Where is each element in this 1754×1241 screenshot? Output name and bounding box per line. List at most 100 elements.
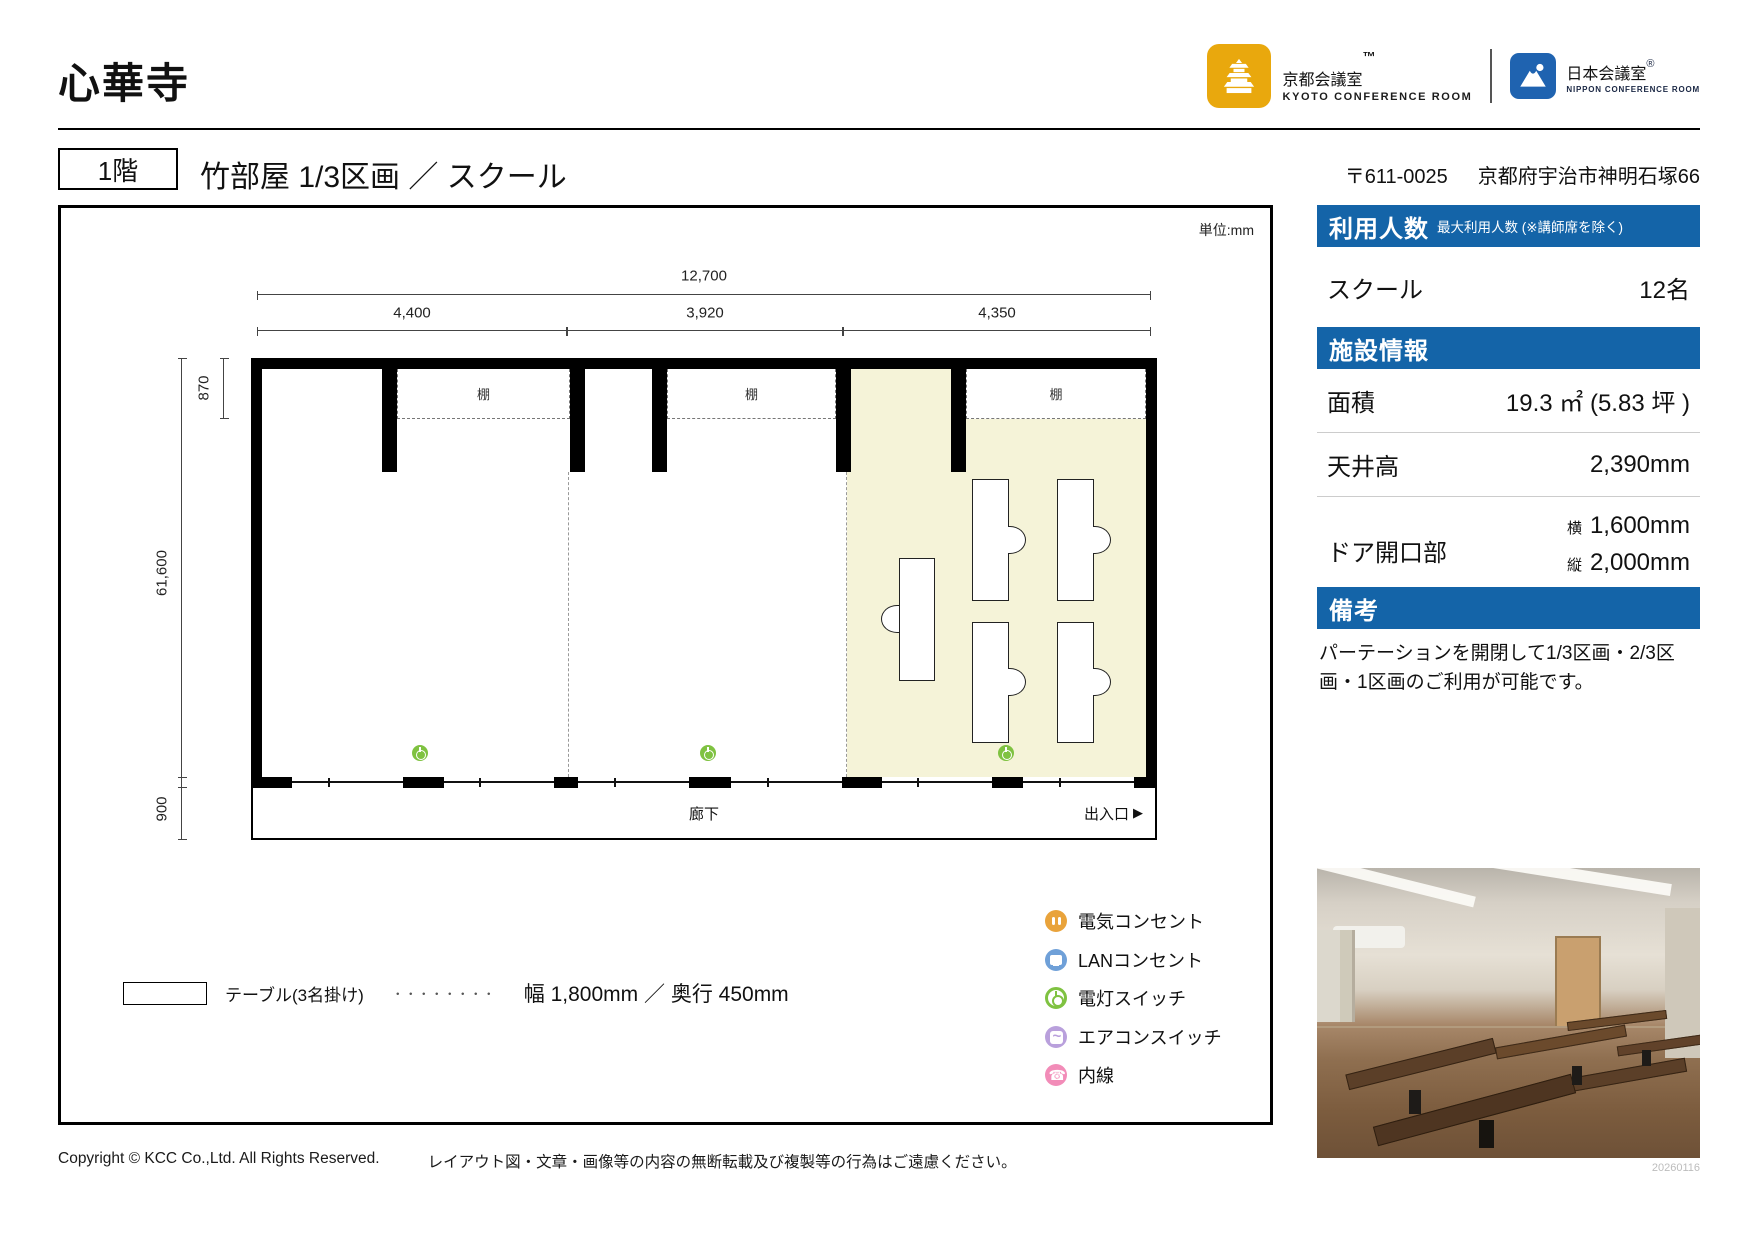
photo-table bbox=[1345, 1037, 1497, 1091]
teacher-table bbox=[899, 558, 935, 681]
kyoto-logo: 京都会議室™ KYOTO CONFERENCE ROOM bbox=[1206, 44, 1473, 108]
nippon-fuji-icon bbox=[1510, 53, 1557, 99]
remarks-header: 備考 bbox=[1317, 587, 1700, 629]
table bbox=[1057, 622, 1094, 743]
remarks-header-title: 備考 bbox=[1329, 597, 1379, 625]
brand-logos: 京都会議室™ KYOTO CONFERENCE ROOM 日本会議室® NIPP… bbox=[1206, 44, 1700, 108]
facility-sheet: 心華寺 京都会議室™ KYOTO CONFERENCE ROOM 日本会議室® … bbox=[0, 0, 1754, 1241]
room-title: 竹部屋 1/3区画 ／ スクール bbox=[200, 161, 567, 194]
kyoto-pavilion-icon bbox=[1206, 44, 1271, 108]
photo-chair bbox=[1642, 1050, 1651, 1066]
photo-chair bbox=[1479, 1120, 1494, 1148]
area-row: 面積 19.3 ㎡ (5.83 坪 ) bbox=[1317, 369, 1700, 433]
legend-label: 電灯スイッチ bbox=[1078, 989, 1186, 1009]
capacity-header-title: 利用人数 bbox=[1329, 215, 1429, 243]
table-size: 幅 1,800mm ／ 奥行 450mm bbox=[523, 983, 789, 1006]
dim-line-height bbox=[177, 358, 187, 788]
table bbox=[972, 479, 1009, 601]
header-rule bbox=[58, 128, 1700, 130]
dim-line-seg1 bbox=[257, 326, 567, 336]
door-opening bbox=[1023, 777, 1134, 788]
lan-icon bbox=[1045, 949, 1067, 971]
light-switch-icon bbox=[998, 745, 1014, 761]
dim-line-seg3 bbox=[843, 326, 1151, 336]
outlet-icon bbox=[1045, 910, 1067, 932]
legend-item-outlet: 電気コンセント bbox=[1045, 908, 1204, 934]
corridor-label: 廊下 bbox=[688, 805, 719, 823]
area-value: 19.3 ㎡ (5.83 坪 ) bbox=[1505, 390, 1690, 417]
table-legend-label: テーブル(3名掛け) bbox=[225, 985, 364, 1005]
door-opening bbox=[578, 777, 689, 788]
address-text: 京都府宇治市神明石塚66 bbox=[1477, 166, 1700, 188]
ceiling-row: 天井高 2,390mm bbox=[1317, 433, 1700, 497]
room-photo bbox=[1317, 868, 1700, 1158]
light-switch-icon bbox=[700, 745, 716, 761]
table bbox=[972, 622, 1009, 743]
remarks-text: パーテーションを開閉して1/3区画・2/3区画・1区画のご利用が可能です。 bbox=[1319, 643, 1675, 694]
ceiling-label: 天井高 bbox=[1327, 454, 1399, 481]
unit-note: 単位:mm bbox=[1198, 222, 1254, 238]
wall-stub bbox=[951, 358, 966, 472]
address: 〒611-0025 京都府宇治市神明石塚66 bbox=[1000, 160, 1700, 189]
photo-wall-trim bbox=[1317, 1026, 1700, 1028]
wall-stub bbox=[836, 358, 851, 472]
legend-label: LANコンセント bbox=[1078, 951, 1204, 971]
dim-corridor: 900 bbox=[153, 792, 171, 826]
nippon-logo: 日本会議室® NIPPON CONFERENCE ROOM bbox=[1510, 53, 1700, 99]
shelf-label: 棚 bbox=[1049, 387, 1063, 402]
dim-line-seg2 bbox=[567, 326, 843, 336]
capacity-row: スクール 12名 bbox=[1317, 247, 1700, 327]
dim-line-shelf bbox=[219, 358, 229, 419]
photo-chair bbox=[1572, 1066, 1582, 1085]
dim-seg2: 3,920 bbox=[681, 304, 729, 322]
usage-notice: レイアウト図・文章・画像等の内容の無断転載及び複製等の行為はご遠慮ください。 bbox=[427, 1154, 1017, 1171]
legend-item-light-switch: 電灯スイッチ bbox=[1045, 985, 1186, 1011]
corridor: 廊下 出入口 ▶ bbox=[251, 788, 1157, 840]
capacity-header: 利用人数 最大利用人数 (※講師席を除く) bbox=[1317, 205, 1700, 247]
info-sidebar: 利用人数 最大利用人数 (※講師席を除く) スクール 12名 施設情報 面積 1… bbox=[1317, 205, 1700, 698]
floor-badge: 1階 bbox=[58, 148, 178, 190]
dim-line-total bbox=[257, 290, 1151, 300]
light-switch-icon bbox=[412, 745, 428, 761]
photo-ceiling-light bbox=[1317, 868, 1476, 908]
shelf: 棚 bbox=[667, 369, 836, 419]
dim-total: 12,700 bbox=[676, 267, 732, 285]
nippon-logo-sub: NIPPON CONFERENCE ROOM bbox=[1566, 85, 1700, 94]
wall-stub bbox=[652, 358, 667, 472]
photo-chair bbox=[1409, 1090, 1421, 1114]
legend-label: 内線 bbox=[1078, 1066, 1114, 1086]
kyoto-logo-name: 京都会議室™ bbox=[1282, 49, 1376, 89]
copyright: Copyright © KCC Co.,Ltd. All Rights Rese… bbox=[58, 1150, 380, 1167]
wall-stub bbox=[382, 358, 397, 472]
legend-item-lan: LANコンセント bbox=[1045, 947, 1203, 973]
dim-seg3: 4,350 bbox=[973, 304, 1021, 322]
wall-stub bbox=[570, 358, 585, 472]
door-height-key: 縦 bbox=[1566, 557, 1582, 574]
capacity-value: 12名 bbox=[1639, 276, 1690, 304]
photo-table bbox=[1372, 1073, 1577, 1147]
partition-line bbox=[846, 472, 847, 777]
table-sample bbox=[123, 981, 207, 1005]
shelf-label: 棚 bbox=[476, 387, 490, 402]
legend-item-phone: 内線 bbox=[1045, 1062, 1114, 1088]
shelf-label: 棚 bbox=[744, 387, 758, 402]
floor-plan: 単位:mm 12,700 4,400 3,920 4,350 870 61,60… bbox=[58, 205, 1273, 1125]
legend-item-aircon: エアコンスイッチ bbox=[1045, 1024, 1222, 1050]
nippon-logo-name: 日本会議室® bbox=[1566, 58, 1655, 83]
postal-code: 〒611-0025 bbox=[1344, 166, 1448, 188]
ceiling-value: 2,390mm bbox=[1589, 450, 1690, 478]
table-legend: テーブル(3名掛け) ・・・・・・・・ 幅 1,800mm ／ 奥行 450mm bbox=[123, 978, 789, 1008]
dim-room-height: 61,600 bbox=[153, 546, 171, 600]
area-label: 面積 bbox=[1327, 390, 1375, 417]
dim-shelf-depth: 870 bbox=[195, 371, 213, 405]
door-label: ドア開口部 bbox=[1327, 539, 1447, 567]
door-opening bbox=[292, 777, 403, 788]
door-opening bbox=[882, 777, 992, 788]
kyoto-logo-sub: KYOTO CONFERENCE ROOM bbox=[1282, 91, 1473, 103]
footer: Copyright © KCC Co.,Ltd. All Rights Rese… bbox=[58, 1150, 1017, 1172]
shelf: 棚 bbox=[397, 369, 570, 419]
legend-dots: ・・・・・・・・ bbox=[391, 986, 496, 1001]
shelf: 棚 bbox=[966, 369, 1146, 419]
door-width-value: 1,600mm bbox=[1589, 512, 1690, 539]
dim-seg1: 4,400 bbox=[388, 304, 436, 322]
